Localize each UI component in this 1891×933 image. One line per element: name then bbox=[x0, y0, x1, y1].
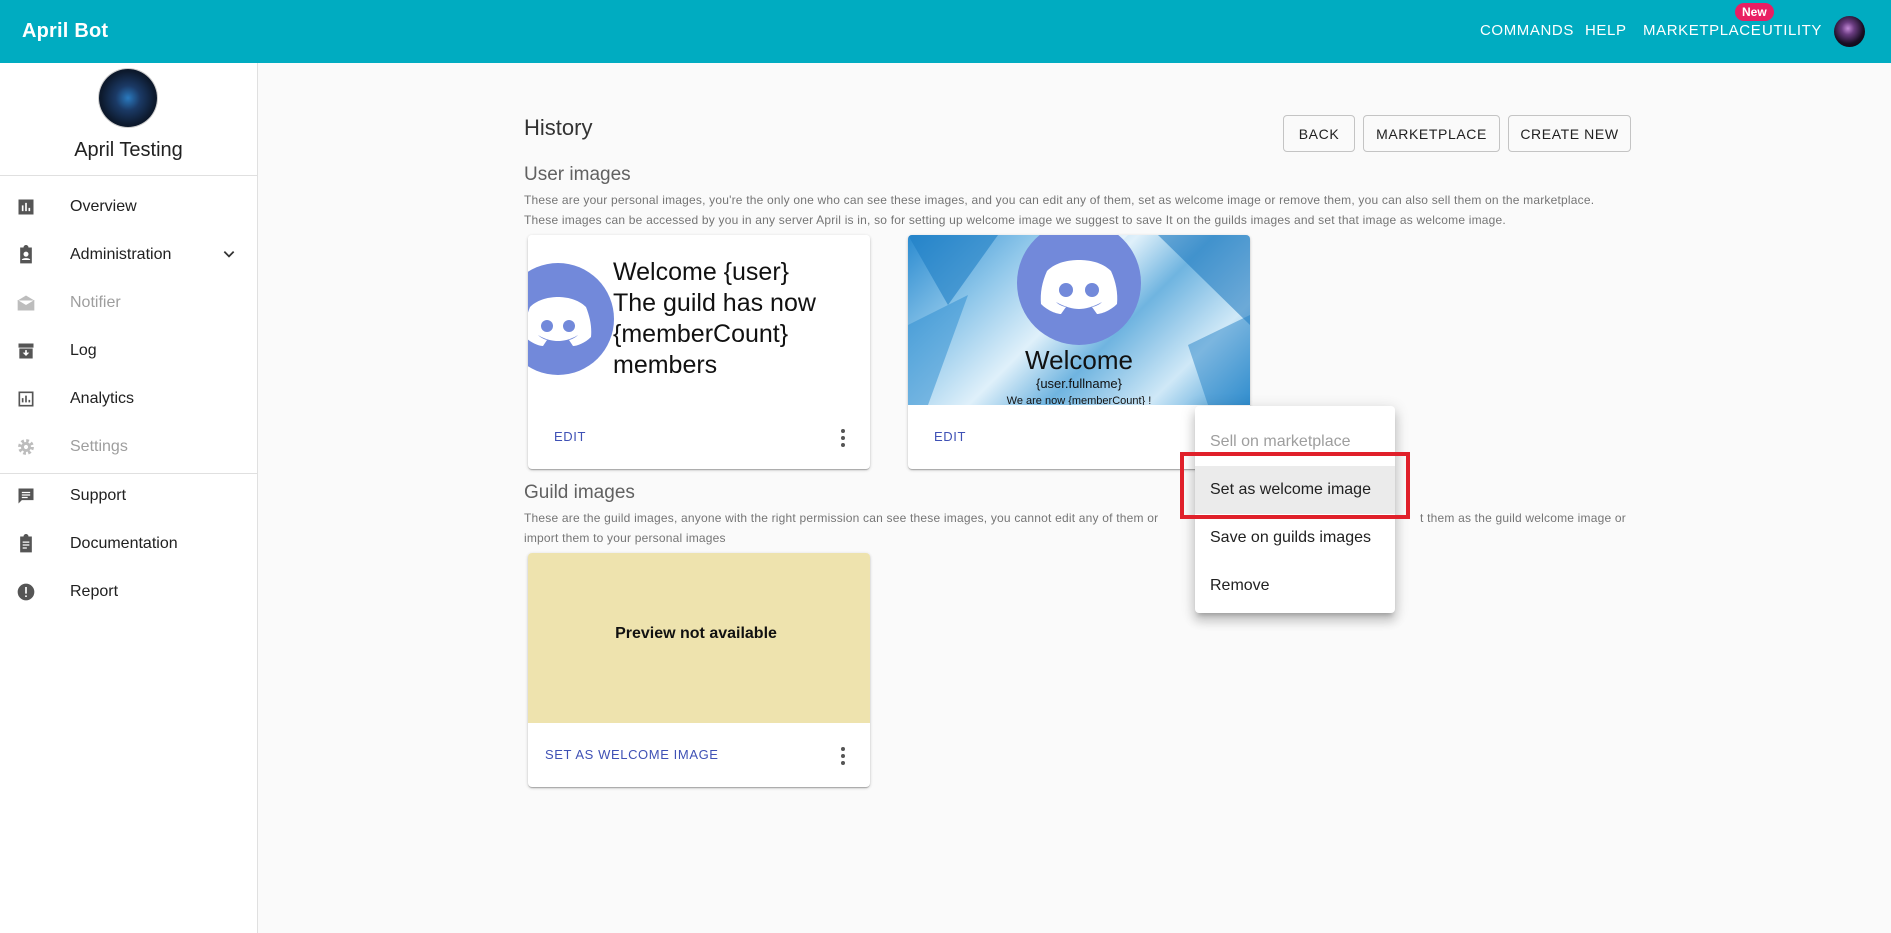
clipboard-account-icon bbox=[20, 245, 32, 264]
nav-marketplace[interactable]: MARKETPLACE bbox=[1643, 22, 1761, 39]
divider bbox=[0, 175, 257, 176]
gear-icon bbox=[18, 439, 34, 455]
mail-open-icon bbox=[17, 295, 35, 311]
nav-commands[interactable]: COMMANDS bbox=[1480, 22, 1574, 39]
discord-logo-icon bbox=[528, 263, 614, 375]
sidebar-item-label: Analytics bbox=[70, 390, 135, 407]
preview-line: The guild has now bbox=[613, 289, 816, 317]
top-app-bar: April Bot COMMANDS HELP MARKETPLACE New … bbox=[0, 0, 1891, 63]
guild-avatar bbox=[99, 69, 157, 127]
guild-images-title: Guild images bbox=[524, 482, 635, 503]
sidebar-item-label: Report bbox=[70, 583, 119, 600]
preview-line: members bbox=[613, 351, 718, 379]
guild-images-desc-line1: These are the guild images, anyone with … bbox=[524, 511, 1159, 525]
sidebar: April Testing Overview Administration No… bbox=[0, 63, 258, 933]
alert-circle-icon bbox=[17, 583, 35, 601]
guild-images-desc-line2: import them to your personal images bbox=[524, 531, 726, 545]
preview-unavailable-text: Preview not available bbox=[615, 625, 777, 642]
sidebar-item-label: Overview bbox=[70, 198, 137, 215]
preview-line: {memberCount} bbox=[613, 320, 789, 348]
preview-title: Welcome bbox=[1025, 345, 1133, 375]
menu-item-save-on-guilds-images[interactable]: Save on guilds images bbox=[1195, 514, 1395, 562]
sidebar-item-report[interactable]: Report bbox=[0, 568, 257, 616]
image-preview[interactable]: Preview not available bbox=[528, 553, 870, 723]
back-button[interactable]: BACK bbox=[1283, 115, 1355, 152]
image-preview[interactable]: Welcome {user} The guild has now {member… bbox=[528, 235, 870, 405]
edit-button[interactable]: EDIT bbox=[934, 429, 966, 444]
sidebar-item-label: Notifier bbox=[70, 294, 121, 311]
set-as-welcome-image-button[interactable]: SET AS WELCOME IMAGE bbox=[545, 747, 719, 762]
user-avatar[interactable] bbox=[1834, 16, 1865, 47]
sidebar-item-notifier[interactable]: Notifier bbox=[0, 279, 257, 327]
preview-subtitle: {user.fullname} bbox=[1035, 376, 1122, 391]
bar-chart-icon bbox=[18, 199, 34, 215]
create-new-button[interactable]: CREATE NEW bbox=[1508, 115, 1631, 152]
user-image-card: Welcome {user} The guild has now {member… bbox=[528, 235, 870, 469]
chevron-down-icon[interactable] bbox=[222, 247, 236, 261]
sidebar-item-label: Log bbox=[70, 342, 97, 359]
user-images-desc-line2: These images can be accessed by you in a… bbox=[524, 213, 1506, 227]
sidebar-item-support[interactable]: Support bbox=[0, 472, 257, 520]
sidebar-item-administration[interactable]: Administration bbox=[0, 231, 257, 279]
more-vert-icon[interactable] bbox=[840, 429, 846, 449]
sidebar-item-log[interactable]: Log bbox=[0, 327, 257, 375]
sidebar-item-label: Settings bbox=[70, 438, 128, 455]
menu-item-remove[interactable]: Remove bbox=[1195, 562, 1395, 610]
user-images-desc-line1: These are your personal images, you're t… bbox=[524, 193, 1595, 207]
analytics-icon bbox=[18, 391, 34, 407]
highlight-box bbox=[1180, 452, 1410, 519]
guild-image-card: Preview not available SET AS WELCOME IMA… bbox=[528, 553, 870, 787]
nav-help[interactable]: HELP bbox=[1585, 22, 1627, 39]
sidebar-item-overview[interactable]: Overview bbox=[0, 183, 257, 231]
user-images-title: User images bbox=[524, 164, 631, 185]
sidebar-item-documentation[interactable]: Documentation bbox=[0, 520, 257, 568]
guild-name: April Testing bbox=[74, 139, 183, 161]
more-vert-icon[interactable] bbox=[840, 747, 846, 767]
sidebar-item-label: Administration bbox=[70, 246, 172, 263]
image-preview[interactable]: Welcome {user.fullname} We are now {memb… bbox=[908, 235, 1250, 405]
brand-title[interactable]: April Bot bbox=[22, 20, 108, 43]
clipboard-text-icon bbox=[20, 534, 32, 553]
edit-button[interactable]: EDIT bbox=[554, 429, 586, 444]
preview-line: Welcome {user} bbox=[613, 258, 790, 286]
page-title: History bbox=[524, 115, 593, 140]
nav-utility[interactable]: UTILITY bbox=[1762, 22, 1822, 39]
archive-icon bbox=[18, 343, 34, 359]
discord-logo-icon bbox=[1017, 235, 1141, 345]
marketplace-button[interactable]: MARKETPLACE bbox=[1363, 115, 1500, 152]
sidebar-item-settings[interactable]: Settings bbox=[0, 423, 257, 471]
guild-images-desc-line1-end: t them as the guild welcome image or bbox=[1420, 511, 1626, 525]
chat-icon bbox=[18, 488, 34, 504]
sidebar-item-label: Documentation bbox=[70, 535, 178, 552]
preview-subtitle: We are now {memberCount} ! bbox=[1006, 395, 1152, 405]
sidebar-item-analytics[interactable]: Analytics bbox=[0, 375, 257, 423]
new-badge: New bbox=[1735, 3, 1774, 21]
sidebar-item-label: Support bbox=[70, 487, 127, 504]
